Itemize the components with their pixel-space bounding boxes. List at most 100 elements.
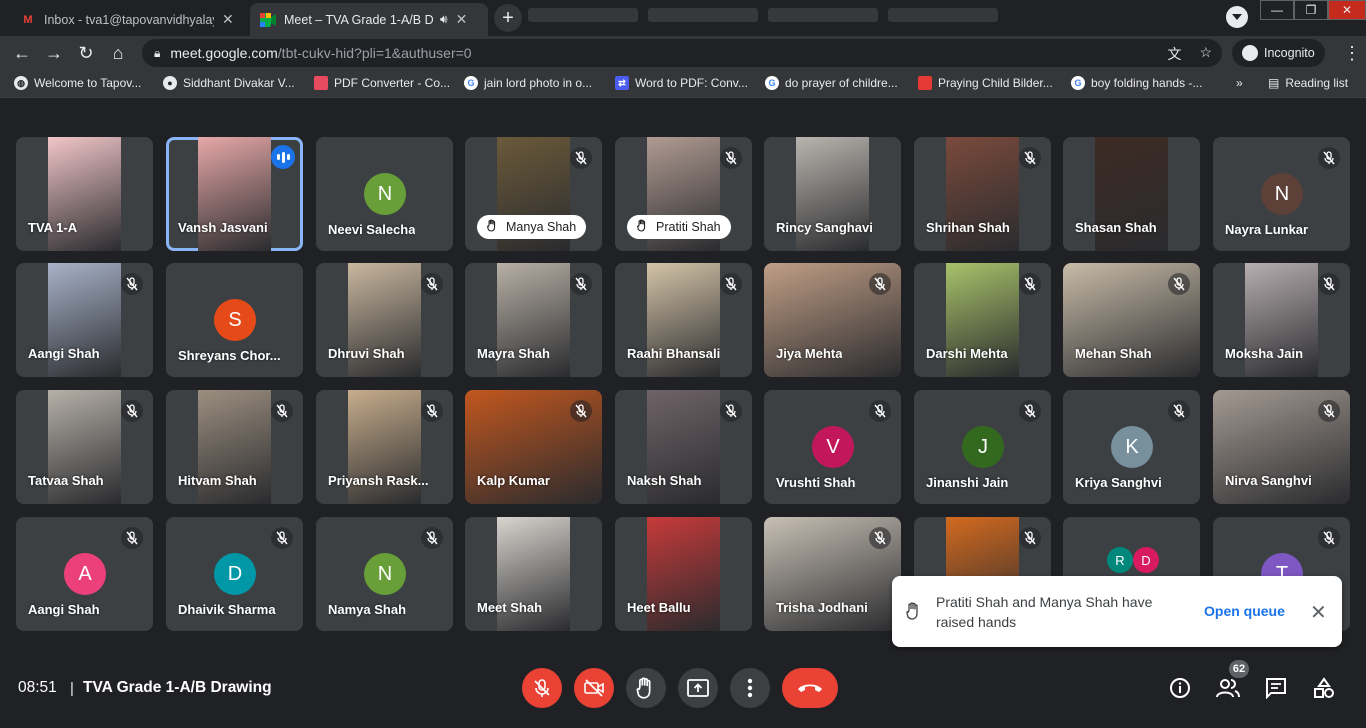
mic-off-icon (720, 400, 742, 422)
speaker-icon[interactable]: 🔊︎ (440, 12, 448, 27)
meeting-clock: 08:51 (18, 679, 57, 696)
participant-tile[interactable]: Meet Shah (465, 517, 602, 631)
participant-tile[interactable]: Jiya Mehta (764, 263, 901, 377)
mic-off-icon (720, 273, 742, 295)
bookmark-item[interactable]: ● Siddhant Divakar V... (163, 76, 295, 90)
participant-tile[interactable]: Tatvaa Shah (16, 390, 153, 504)
mic-off-icon (869, 527, 891, 549)
bookmark-star-icon[interactable]: ☆ (1199, 44, 1212, 64)
participant-tile[interactable]: TVA 1-A (16, 137, 153, 251)
participant-tile[interactable]: Darshi Mehta (914, 263, 1051, 377)
close-window-button[interactable]: ✕ (1328, 0, 1366, 20)
participant-tile[interactable]: Aangi Shah (16, 263, 153, 377)
participant-tile[interactable]: Hitvam Shah (166, 390, 303, 504)
bookmark-item[interactable]: Gboy folding hands -... (1071, 76, 1202, 90)
meeting-details-button[interactable] (1168, 676, 1192, 700)
participant-name: Moksha Jain (1225, 346, 1304, 361)
participant-tile[interactable]: Moksha Jain (1213, 263, 1350, 377)
participant-tile[interactable]: Shrihan Shah (914, 137, 1051, 251)
close-toast-button[interactable]: ✕ (1310, 600, 1327, 625)
participant-tile[interactable]: Manya Shah (465, 137, 602, 251)
url-path: /tbt-cukv-hid?pli=1&authuser=0 (277, 45, 472, 61)
participant-tile[interactable]: Kalp Kumar (465, 390, 602, 504)
participant-tile[interactable]: N Nayra Lunkar (1213, 137, 1350, 251)
participant-tile[interactable]: J Jinanshi Jain (914, 390, 1051, 504)
bookmark-item[interactable]: Gdo prayer of childre... (765, 76, 898, 90)
participant-tile[interactable]: Rincy Sanghavi (764, 137, 901, 251)
chat-button[interactable] (1264, 676, 1288, 700)
url-bar[interactable]: 🔒︎ meet.google.com /tbt-cukv-hid?pli=1&a… (142, 39, 1222, 67)
close-tab-icon[interactable]: ✕ (222, 11, 234, 28)
pdf-icon (314, 76, 328, 90)
background-tabs (528, 8, 1048, 28)
people-icon (1216, 679, 1240, 698)
participant-tile[interactable]: N Namya Shah (316, 517, 453, 631)
participant-tile[interactable]: Raahi Bhansali (615, 263, 752, 377)
back-button[interactable]: ← (10, 42, 34, 64)
participant-name: Kalp Kumar (477, 473, 550, 488)
participant-tile[interactable]: S Shreyans Chor... (166, 263, 303, 377)
incognito-indicator[interactable]: Incognito (1232, 39, 1325, 67)
activities-button[interactable] (1312, 676, 1336, 700)
participant-name: Nayra Lunkar (1225, 222, 1309, 237)
bookmarks-overflow-button[interactable]: » (1236, 76, 1243, 90)
more-vert-icon (747, 678, 753, 698)
maximize-button[interactable]: ❐ (1294, 0, 1328, 20)
new-tab-button[interactable]: + (494, 4, 522, 32)
forward-button[interactable]: → (42, 42, 66, 64)
participant-name: Shasan Shah (1075, 220, 1157, 235)
participant-tile[interactable]: Priyansh Rask... (316, 390, 453, 504)
participant-tile[interactable]: Dhruvi Shah (316, 263, 453, 377)
home-button[interactable]: ⌂ (106, 42, 130, 64)
participant-name: Heet Ballu (627, 600, 691, 615)
participant-tile[interactable]: Pratiti Shah (615, 137, 752, 251)
bookmark-item[interactable]: ◍ Welcome to Tapov... (14, 76, 141, 90)
camera-toggle-button[interactable] (574, 668, 614, 708)
participant-tile[interactable]: A Aangi Shah (16, 517, 153, 631)
info-icon (1170, 678, 1190, 698)
close-tab-icon[interactable]: ✕ (456, 11, 468, 28)
participant-name: Mayra Shah (477, 346, 550, 361)
participant-tile[interactable]: Trisha Jodhani (764, 517, 901, 631)
translate-icon[interactable]: 文 (1167, 44, 1181, 64)
bookmark-item[interactable]: Gjain lord photo in o... (464, 76, 592, 90)
browser-menu-icon[interactable]: ⋮ (1340, 42, 1364, 64)
participant-tile[interactable]: Vansh Jasvani (166, 137, 303, 251)
mic-off-icon (720, 147, 742, 169)
mic-off-icon (869, 400, 891, 422)
reload-button[interactable]: ↻ (74, 42, 98, 64)
tab-inbox[interactable]: M Inbox - tva1@tapovanvidhyalay.in ✕ (10, 3, 248, 36)
participant-tile[interactable]: Mayra Shah (465, 263, 602, 377)
participant-name: Aangi Shah (28, 346, 100, 361)
participant-name: TVA 1-A (28, 220, 78, 235)
bookmark-item[interactable]: Praying Child Bilder... (918, 76, 1053, 90)
tab-search-button[interactable] (1226, 6, 1248, 28)
participant-tile[interactable]: D Dhaivik Sharma (166, 517, 303, 631)
present-screen-button[interactable] (678, 668, 718, 708)
raise-hand-button[interactable] (626, 668, 666, 708)
open-queue-button[interactable]: Open queue (1204, 603, 1285, 619)
participant-tile[interactable]: Nirva Sanghvi (1213, 390, 1350, 504)
minimize-button[interactable]: — (1260, 0, 1294, 20)
leave-call-button[interactable] (782, 668, 838, 708)
reading-list-button[interactable]: ▤ Reading list (1268, 76, 1348, 90)
participant-tile[interactable]: K Kriya Sanghvi (1063, 390, 1200, 504)
participant-tile[interactable]: V Vrushti Shah (764, 390, 901, 504)
raised-hand-badge: Pratiti Shah (627, 215, 731, 239)
participant-tile[interactable]: N Neevi Salecha (316, 137, 453, 251)
participant-name: Jinanshi Jain (926, 475, 1009, 490)
bookmark-item[interactable]: PDF Converter - Co... (314, 76, 450, 90)
microphone-toggle-button[interactable] (522, 668, 562, 708)
hand-icon (636, 677, 651, 699)
mic-off-icon (570, 273, 592, 295)
participant-tile[interactable]: Heet Ballu (615, 517, 752, 631)
participant-tile[interactable]: Naksh Shah (615, 390, 752, 504)
mic-off-icon (1168, 273, 1190, 295)
participant-tile[interactable]: Mehan Shah (1063, 263, 1200, 377)
participant-tile[interactable]: Shasan Shah (1063, 137, 1200, 251)
show-everyone-button[interactable] (1216, 676, 1240, 700)
participant-name: Tatvaa Shah (28, 473, 104, 488)
tab-meet[interactable]: Meet – TVA Grade 1-A/B Drawing 🔊︎ ✕ (250, 3, 488, 36)
more-options-button[interactable] (730, 668, 770, 708)
bookmark-item[interactable]: ⇄ Word to PDF: Conv... (615, 76, 748, 90)
